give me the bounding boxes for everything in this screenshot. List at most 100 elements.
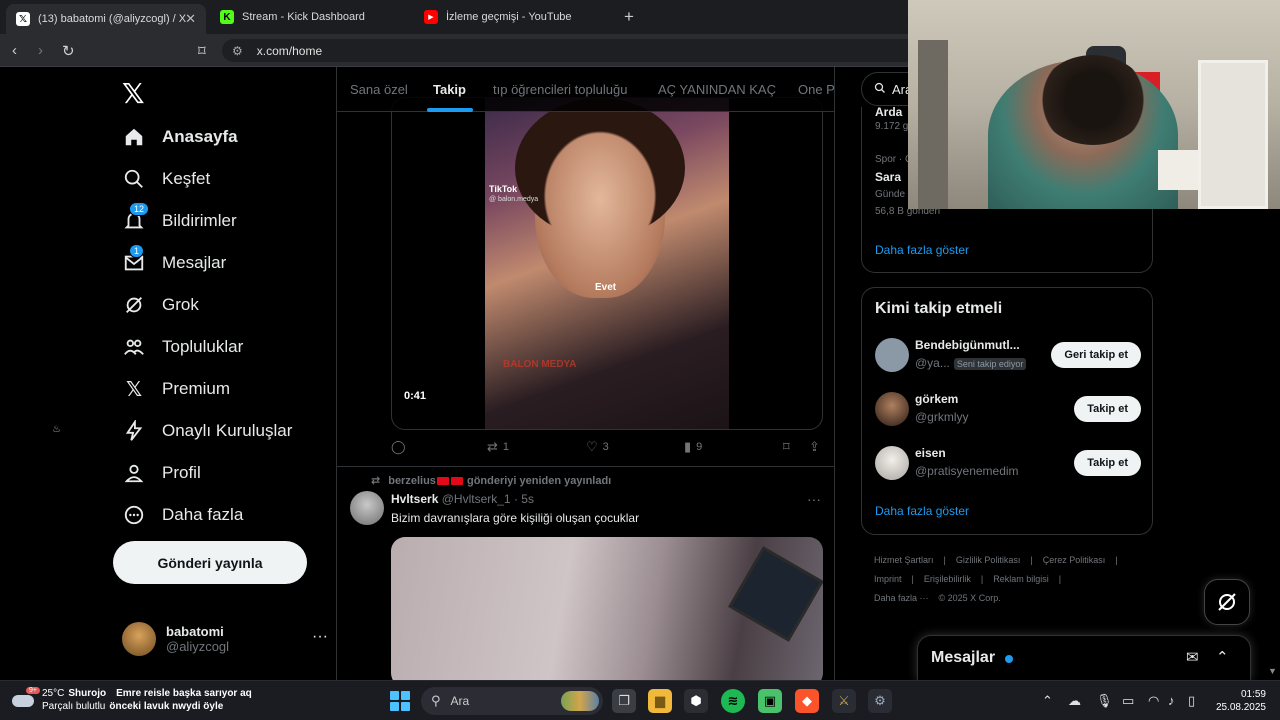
trend-title[interactable]: Sara [875,170,901,184]
retweet-button[interactable]: ⇄ 1 [487,439,509,455]
share-button[interactable]: ⇪ [809,439,825,455]
reload-icon[interactable]: ↻ [62,42,75,60]
tweet-video[interactable]: TikTok @ balon.medya Evet BALON MEDYA 0:… [391,97,823,430]
nav-item-explore[interactable]: Keşfet [122,163,210,195]
retweet-icon: ⇄ [371,475,381,487]
more-dots-icon[interactable]: ··· [312,628,328,646]
views-button[interactable]: ▮ 9 [684,439,702,455]
reply-button[interactable]: ◯ [391,439,411,455]
weather-widget[interactable]: 9+ 25°C Shurojo Emre reisle başka sarıyor … [12,687,252,713]
url-field[interactable]: ⚙ x.com/home [222,39,922,62]
browser-tab-x[interactable]: 𝕏 (13) babatomi (@aliyzcogl) / X ✕ [6,4,206,34]
tweet-author-handle[interactable]: @Hvltserk_1 [442,492,511,506]
compose-message-icon[interactable]: ✉ [1186,648,1199,666]
avatar [875,392,909,426]
bookmark-icon: ⌑ [783,439,790,454]
copyright: © 2025 X Corp. [938,593,1001,603]
x-logo-icon[interactable]: 𝕏 [122,77,145,110]
nav-item-messages[interactable]: 1 Mesajlar [122,244,226,279]
avatar[interactable] [350,491,384,525]
lightning-icon [122,419,146,443]
suggestion-handle: @pratisyenemedim [915,464,1019,478]
bookmark-button[interactable]: ⌑ [783,439,795,455]
grok-button[interactable] [1204,579,1250,625]
tweet-author-name[interactable]: Hvltserk [391,492,438,506]
trend-sub: Günde [875,189,906,200]
follow-suggestion[interactable]: Bendebigünmutl... @ya... Seni takip ediyo… [875,336,1141,376]
windows-start-icon[interactable] [390,691,410,711]
show-more-link[interactable]: Daha fazla göster [875,504,969,518]
back-icon[interactable]: ‹ [12,42,17,59]
nav-item-more[interactable]: Daha fazla [122,499,243,531]
bookmark-icon[interactable]: ⌑ [198,42,206,60]
nav-item-verified-orgs[interactable]: Onaylı Kuruluşlar [122,415,292,447]
footer-link[interactable]: Erişilebilirlik [924,574,971,584]
footer-link[interactable]: Imprint [874,574,902,584]
tab-for-you[interactable]: Sana özel [350,82,408,97]
battery-icon[interactable]: ▯ [1188,693,1195,709]
timeline[interactable]: Sana özel Takip tıp öğrencileri topluluğ… [336,67,835,680]
expand-icon[interactable]: ⌃ [1216,648,1229,666]
footer-link[interactable]: Daha fazla ··· [874,593,929,603]
x-favicon-icon: 𝕏 [16,12,30,26]
messages-drawer[interactable]: Mesajlar ✉ ⌃ [917,635,1251,680]
game-launcher-icon[interactable]: ⚔ [832,689,856,713]
spotify-icon[interactable]: ≋ [721,689,745,713]
onedrive-cloud-icon[interactable]: ☁ [1068,693,1081,709]
system-clock[interactable]: 01:59 25.08.2025 [1210,688,1266,714]
nav-item-notifications[interactable]: 12 Bildirimler [122,202,237,237]
nav-item-grok[interactable]: Grok [122,289,199,321]
taskbar-search[interactable]: ⚲ Ara [421,687,603,715]
nav-item-premium[interactable]: 𝕏 Premium [122,373,230,405]
nav-item-profile[interactable]: Profil [122,457,201,489]
tweet-video[interactable] [391,537,823,680]
obs-icon[interactable]: ⬢ [684,689,708,713]
like-button[interactable]: ♡ 3 [586,439,609,455]
footer-link[interactable]: Çerez Politikası [1043,555,1106,565]
forward-icon[interactable]: › [38,42,43,59]
screen-capture-icon[interactable]: ▭ [1122,693,1134,709]
repost-context: ⇄ berzelius gönderiyi yeniden yayınladı [371,474,611,488]
task-view-icon[interactable]: ❐ [612,689,636,713]
brave-browser-icon[interactable]: ◆ [795,689,819,713]
footer-link[interactable]: Hizmet Şartları [874,555,934,565]
browser-tab-youtube[interactable]: ▶ İzleme geçmişi - YouTube [414,4,614,30]
post-button[interactable]: Gönderi yayınla [113,541,307,584]
follow-suggestion[interactable]: görkem @grkmlyy Takip et [875,390,1141,430]
tab-community-onepiece[interactable]: One Pi [798,82,834,97]
more-dots-icon[interactable]: ··· [807,491,821,507]
nav-item-home[interactable]: Anasayfa [122,121,238,153]
footer-link[interactable]: Gizlilik Politikası [956,555,1021,565]
repost-user[interactable]: berzelius [388,475,436,487]
account-switcher[interactable]: babatomi @aliyzcogl ··· [122,622,332,656]
new-tab-button[interactable]: + [624,7,634,27]
tweet-time[interactable]: · 5s [514,492,534,506]
follow-suggestion[interactable]: eisen @pratisyenemedim Takip et [875,444,1141,484]
browser-tab-kick[interactable]: K Stream - Kick Dashboard [210,4,410,30]
follow-back-button[interactable]: Geri takip et [1051,342,1141,368]
wifi-icon[interactable]: ◠ [1148,693,1159,709]
weather-description: Parçalı bulutlu [42,701,106,712]
nav-item-communities[interactable]: Topluluklar [122,331,243,363]
settings-gear-icon[interactable]: ⚙ [868,689,892,713]
footer-link[interactable]: Reklam bilgisi [993,574,1049,584]
trend-title[interactable]: Arda [875,105,902,119]
microphone-icon[interactable]: 🎙 [1096,693,1113,709]
url-text: x.com/home [256,43,323,58]
video-screen-object [728,546,823,642]
app-icon[interactable]: ▣ [758,689,782,713]
bell-icon: 12 [122,202,150,233]
tab-community-med[interactable]: tıp öğrencileri topluluğu [493,82,627,97]
file-explorer-icon[interactable]: ▆ [648,689,672,713]
scroll-down-arrow[interactable]: ▼ [1268,666,1277,676]
volume-icon[interactable]: ♪ [1168,693,1175,708]
follow-button[interactable]: Takip et [1074,450,1141,476]
suggestion-name: eisen [915,446,946,460]
close-icon[interactable]: ✕ [185,11,196,27]
follow-button[interactable]: Takip et [1074,396,1141,422]
chevron-up-icon[interactable]: ⌃ [1042,693,1053,709]
site-settings-icon[interactable]: ⚙ [232,44,243,58]
tab-following[interactable]: Takip [433,82,466,97]
tab-community-ac[interactable]: AÇ YANINDAN KAÇ [658,82,776,97]
show-more-link[interactable]: Daha fazla göster [875,243,969,257]
